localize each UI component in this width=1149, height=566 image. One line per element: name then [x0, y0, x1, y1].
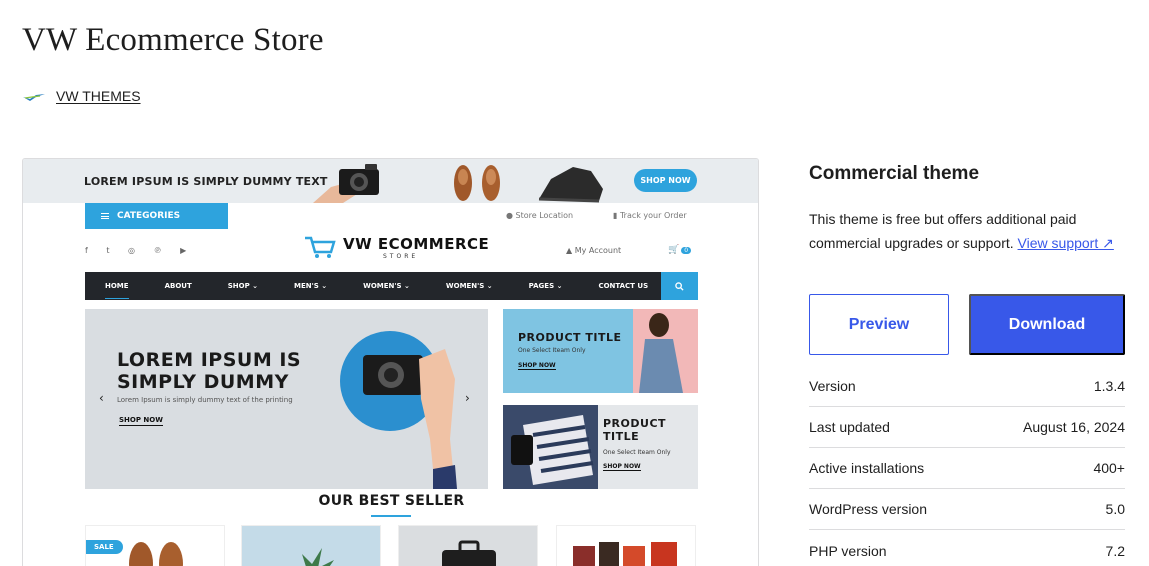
preview-track-order: ▮ Track your Order	[613, 211, 687, 220]
preview-hero-button: SHOP NOW	[119, 416, 163, 426]
preview-account: ▲ My Account	[566, 246, 622, 255]
camera-image	[313, 164, 379, 203]
view-support-link[interactable]: View support ↗	[1018, 235, 1114, 251]
search-icon	[661, 272, 698, 300]
preview-promo-2-sub: One Select Iteam Only	[603, 449, 671, 456]
meta-value: 400+	[1093, 460, 1125, 476]
preview-nav-item: HOME	[105, 282, 129, 299]
sidebar-description: This theme is free but offers additional…	[809, 211, 1114, 251]
meta-label: Version	[809, 378, 856, 394]
theme-meta: Version 1.3.4 Last updated August 16, 20…	[809, 366, 1125, 566]
product-boots-image	[573, 542, 677, 566]
preview-sale-badge: SALE	[86, 540, 123, 554]
cart-logo-icon	[305, 236, 336, 258]
preview-button[interactable]: Preview	[809, 294, 949, 355]
preview-hero-title: LOREM IPSUM IS SIMPLY DUMMY	[117, 349, 302, 393]
product-bag-image	[442, 540, 496, 566]
author-link[interactable]: VW THEMES	[56, 88, 141, 104]
shoes-image	[454, 165, 500, 201]
preview-nav-bar: HOME ABOUT SHOP ⌄ MEN'S ⌄ WOMEN'S ⌄ WOME…	[85, 272, 698, 300]
preview-promo-2-button: SHOP NOW	[603, 463, 641, 471]
preview-cart: 🛒 0	[668, 245, 692, 255]
preview-social-icons: f t ◎ ℗ ▶	[85, 246, 195, 255]
preview-topbar: LOREM IPSUM IS SIMPLY DUMMY TEXT SHOP NO…	[23, 159, 758, 203]
menu-icon	[101, 213, 109, 219]
clothes-image	[503, 405, 598, 489]
meta-row-php-version: PHP version 7.2	[809, 530, 1125, 566]
sidebar-heading: Commercial theme	[809, 163, 980, 184]
preview-nav-item: CONTACT US	[598, 282, 649, 290]
meta-label: Last updated	[809, 419, 890, 435]
meta-row-last-updated: Last updated August 16, 2024	[809, 407, 1125, 448]
preview-nav-item: ABOUT	[164, 282, 192, 290]
preview-categories-bar: CATEGORIES	[85, 203, 228, 229]
preview-promo-2-title: PRODUCT TITLE	[603, 417, 667, 443]
preview-store-location: ● Store Location	[506, 211, 574, 220]
chevron-left-icon: ‹	[99, 391, 104, 405]
sneaker-image	[538, 167, 603, 203]
download-button[interactable]: Download	[969, 294, 1125, 355]
page-title: VW Ecommerce Store	[22, 22, 324, 58]
meta-value: 5.0	[1105, 501, 1125, 517]
preview-nav-item: MEN'S ⌄	[294, 282, 328, 290]
meta-value: 1.3.4	[1093, 378, 1125, 394]
preview-shop-now-button: SHOP NOW	[634, 169, 697, 192]
action-buttons: Preview Download	[809, 294, 1125, 355]
preview-section-title: OUR BEST SELLER	[318, 493, 465, 509]
chevron-right-icon: ›	[465, 391, 470, 405]
preview-product-card: SALE	[85, 525, 225, 566]
meta-row-wordpress-version: WordPress version 5.0	[809, 489, 1125, 530]
preview-categories-label: CATEGORIES	[117, 211, 181, 221]
preview-nav-item: WOMEN'S ⌄	[363, 282, 410, 290]
preview-promo-1-title: PRODUCT TITLE	[518, 331, 622, 344]
preview-logo: VW ECOMMERCE STORE	[303, 234, 489, 260]
vw-themes-logo-icon	[23, 94, 45, 101]
preview-cart-count: 0	[681, 247, 692, 254]
preview-promo-1-sub: One Select Iteam Only	[518, 347, 586, 354]
meta-label: PHP version	[809, 542, 887, 559]
preview-hero-sub: Lorem Ipsum is simply dummy text of the …	[117, 396, 293, 404]
preview-promo-1-button: SHOP NOW	[518, 362, 556, 370]
meta-value: 7.2	[1105, 542, 1125, 559]
meta-row-installations: Active installations 400+	[809, 448, 1125, 489]
meta-row-version: Version 1.3.4	[809, 366, 1125, 407]
preview-nav-item: PAGES ⌄	[528, 282, 563, 290]
product-shoes-image	[129, 542, 183, 566]
preview-nav-item: WOMEN'S ⌄	[445, 282, 493, 290]
preview-product-card	[241, 525, 381, 566]
theme-sidebar: Commercial theme This theme is free but …	[809, 160, 1125, 559]
preview-logo-sub: STORE	[383, 252, 419, 260]
preview-promo-1: PRODUCT TITLE One Select Iteam Only SHOP…	[503, 309, 698, 393]
preview-logo-name: VW ECOMMERCE	[343, 234, 490, 253]
author-row: VW THEMES	[22, 88, 141, 104]
preview-section-underline	[371, 515, 411, 517]
preview-product-card	[556, 525, 696, 566]
product-plant-image	[302, 548, 334, 566]
preview-nav-item: SHOP ⌄	[227, 282, 259, 290]
preview-promo-2: PRODUCT TITLE One Select Iteam Only SHOP…	[503, 405, 698, 489]
meta-value: August 16, 2024	[1023, 419, 1125, 435]
meta-label: Active installations	[809, 460, 925, 476]
meta-label: WordPress version	[809, 501, 928, 517]
preview-topbar-text: LOREM IPSUM IS SIMPLY DUMMY TEXT	[84, 175, 328, 188]
preview-product-card	[398, 525, 538, 566]
hero-camera-image	[363, 349, 457, 489]
theme-screenshot: LOREM IPSUM IS SIMPLY DUMMY TEXT SHOP NO…	[22, 158, 759, 566]
preview-hero-slider: ‹ LOREM IPSUM IS SIMPLY DUMMY Lorem Ipsu…	[85, 309, 488, 489]
model-image	[633, 309, 698, 393]
